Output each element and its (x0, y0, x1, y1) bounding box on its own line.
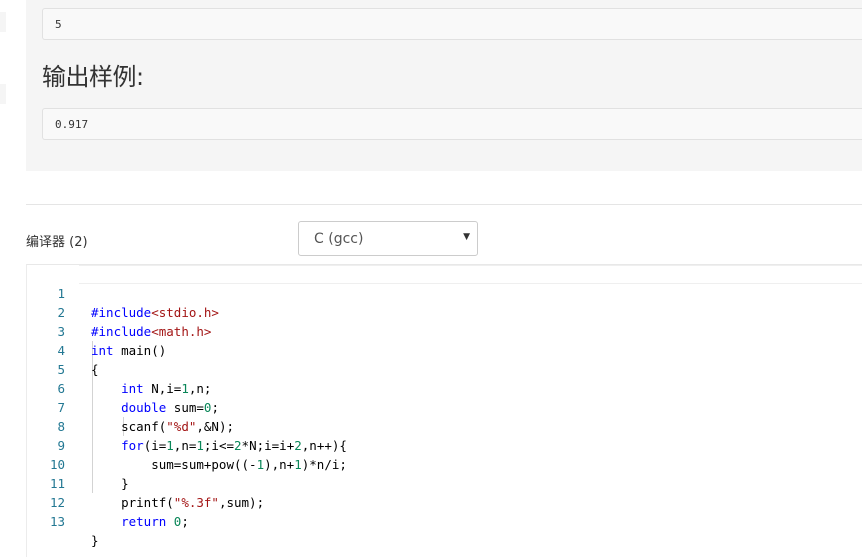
code-line: 1 #include<stdio.h> (27, 265, 862, 320)
code-line: 2 #include<math.h> (27, 284, 862, 339)
code-line: 4 { (27, 322, 862, 377)
left-edge-fragment (0, 84, 6, 104)
sample-panel: 5 输出样例: 0.917 (26, 0, 862, 171)
line-number: 13 (49, 514, 65, 529)
left-edge-fragment (0, 12, 6, 32)
problem-page: 5 输出样例: 0.917 编译器 (2) C (gcc) ▼ 1 #inclu… (0, 0, 862, 557)
code-line: 7 scanf("%d",&N); (27, 379, 862, 434)
section-divider (26, 204, 862, 205)
compiler-select[interactable]: C (gcc) ▼ (298, 221, 478, 256)
code-line: 3 int main() (27, 303, 862, 358)
code-line: 5 int N,i=1,n; (27, 341, 862, 396)
sample-input-box: 5 (42, 8, 862, 40)
chevron-down-icon: ▼ (463, 232, 470, 242)
sample-output-title: 输出样例: (42, 63, 144, 91)
code-line: 13 } (27, 493, 862, 548)
code-line: 10 } (27, 436, 862, 491)
code-line: 6 double sum=0; (27, 360, 862, 415)
code-line: 11 printf("%.3f",sum); (27, 455, 862, 510)
compiler-label: 编译器 (2) (26, 235, 88, 250)
code-text: } (91, 533, 99, 548)
code-text: return 0; (121, 514, 189, 529)
code-editor[interactable]: 1 #include<stdio.h> 2 #include<math.h> 3… (26, 264, 862, 557)
code-line: 8 for(i=1,n=1;i<=2*N;i=i+2,n++){ (27, 398, 862, 453)
compiler-select-value: C (gcc) (314, 231, 364, 247)
code-line: 12 return 0; (27, 474, 862, 529)
code-line: 9 sum=sum+pow((-1),n+1)*n/i; (27, 417, 862, 472)
sample-output-box: 0.917 (42, 108, 862, 140)
